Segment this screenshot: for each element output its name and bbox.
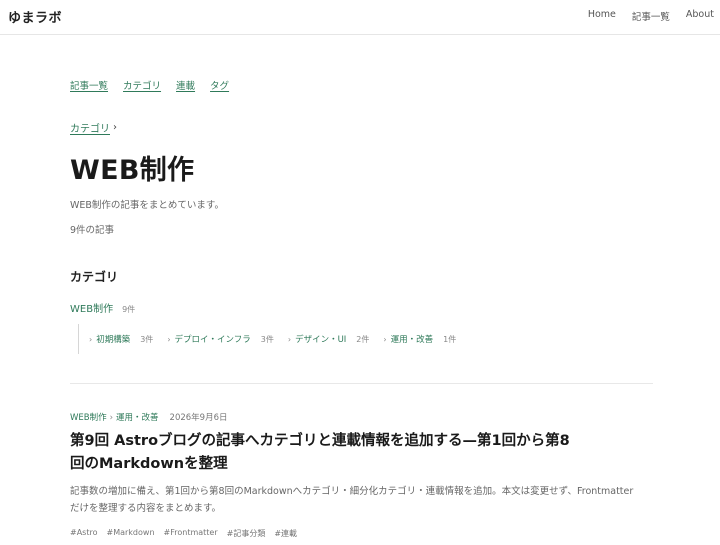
chevron-right-icon: › [89, 335, 93, 344]
page-title: WEB制作 [70, 155, 195, 186]
article-excerpt: 記事数の増加に備え、第1回から第8回のMarkdownへカテゴリ・細分化カテゴリ… [70, 486, 634, 514]
chevron-right-icon: › [167, 335, 171, 344]
category-web-count: 9件 [122, 305, 136, 314]
chevron-right-icon: › [383, 335, 387, 344]
sub-nav: 記事一覧 カテゴリ 連載 タグ [70, 78, 229, 92]
tag-link[interactable]: #連載 [274, 528, 297, 539]
subnav-tags-link[interactable]: タグ [210, 78, 229, 92]
site-header: ゆまラボ Home 記事一覧 About [0, 0, 720, 35]
subcategory-count: 1件 [443, 335, 457, 344]
tag-link[interactable]: #記事分類 [227, 528, 266, 539]
subcategory-item: › 運用・改善 1件 [383, 333, 456, 345]
nav-articles-link[interactable]: 記事一覧 [632, 9, 670, 23]
article-meta: WEB制作 › 運用・改善 2026年9月6日 [70, 411, 227, 423]
subnav-categories-link[interactable]: カテゴリ [123, 78, 161, 92]
site-logo[interactable]: ゆまラボ [8, 7, 62, 26]
article-subcategory-link[interactable]: 運用・改善 [116, 411, 159, 423]
tag-link[interactable]: #Astro [70, 528, 98, 539]
subcategory-list: › 初期構築 3件 › デプロイ・インフラ 3件 › デザイン・UI 2件 › … [78, 324, 456, 354]
tag-link[interactable]: #Markdown [107, 528, 155, 539]
subcategory-item: › デプロイ・インフラ 3件 [167, 333, 274, 345]
subcategory-link[interactable]: デザイン・UI [295, 333, 346, 345]
category-heading: カテゴリ [70, 270, 119, 284]
article-tags: #Astro #Markdown #Frontmatter #記事分類 #連載 [70, 528, 297, 539]
subcategory-count: 3件 [140, 335, 154, 344]
subnav-articles-link[interactable]: 記事一覧 [70, 78, 108, 92]
subcategory-item: › 初期構築 3件 [89, 333, 153, 345]
tag-link[interactable]: #Frontmatter [164, 528, 218, 539]
article-date: 2026年9月6日 [169, 413, 228, 423]
category-web-link[interactable]: WEB制作 [70, 300, 113, 315]
nav-home-link[interactable]: Home [588, 9, 616, 23]
subcategory-link[interactable]: 初期構築 [96, 333, 130, 345]
subcategory-count: 3件 [260, 335, 274, 344]
subcategory-link[interactable]: 運用・改善 [391, 333, 434, 345]
subcategory-link[interactable]: デプロイ・インフラ [175, 333, 251, 345]
article-count: 9件の記事 [70, 225, 115, 236]
breadcrumb-separator: › [113, 122, 117, 133]
subcategory-count: 2件 [356, 335, 370, 344]
article-meta-separator: › [109, 413, 114, 423]
header-nav: Home 記事一覧 About [588, 9, 714, 23]
article-category-link[interactable]: WEB制作 [70, 411, 107, 423]
section-divider [70, 383, 653, 384]
breadcrumb: カテゴリ › [70, 120, 117, 135]
article-title-link[interactable]: 第9回 Astroブログの記事へカテゴリと連載情報を追加する—第1回から第8回の… [70, 430, 570, 476]
subcategory-item: › デザイン・UI 2件 [288, 333, 370, 345]
page-description: WEB制作の記事をまとめています。 [70, 200, 224, 211]
category-top-item: WEB制作 9件 [70, 300, 135, 315]
nav-about-link[interactable]: About [686, 9, 714, 23]
chevron-right-icon: › [287, 335, 292, 344]
breadcrumb-categories-link[interactable]: カテゴリ [70, 120, 110, 135]
subnav-series-link[interactable]: 連載 [176, 78, 195, 92]
